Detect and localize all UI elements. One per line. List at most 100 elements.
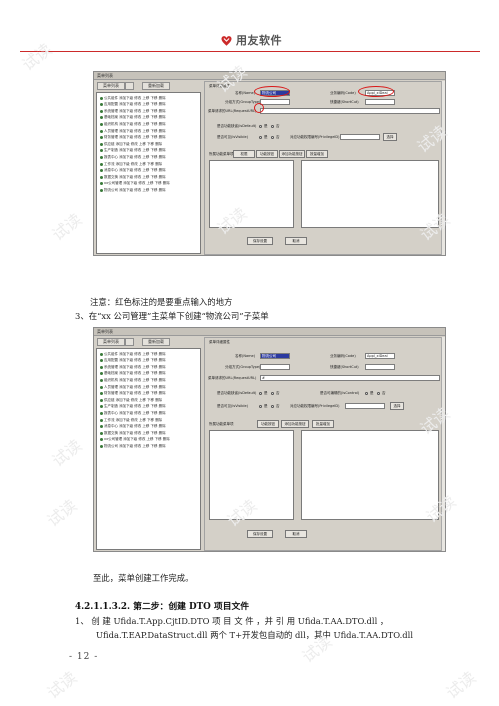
tree-item[interactable]: 报表中心 添加下级 修改 上移 下移 删除 [100,411,166,415]
tree-item[interactable]: 消息中心 添加下级 修改 上移 下移 删除 [100,168,166,173]
shortcut-label: 快捷键(ShortCut) [330,365,359,369]
blank-button[interactable] [125,82,134,90]
visible-no-radio[interactable] [271,136,274,139]
vertical-scrollbar[interactable] [441,81,445,255]
blank-button[interactable] [125,338,134,346]
tree-item[interactable]: 物流公司 添加下级 修改 上移 下移 删除 [100,188,166,192]
name-input[interactable]: 物流公司 [260,353,290,359]
shortcut-label: 快捷键(ShortCut) [330,100,359,104]
tree-item[interactable]: 系统管理 添加下级 修改 上移 下移 删除 [100,365,166,369]
tree-item[interactable]: 数据交换 添加下级 修改 上移 下移 删除 [100,431,166,435]
cancel-button[interactable]: 取消 [285,530,307,538]
tree-item[interactable]: 人员管理 添加下级 修改 上移 下移 删除 [100,385,166,389]
tab-permission[interactable]: 权限 [233,150,255,158]
default-no-radio[interactable] [271,125,274,128]
tab-add-function-button[interactable]: 添加功能按钮 [281,420,309,428]
annotation-circle-name [254,86,290,97]
tree-node-icon [100,182,103,186]
tree-item[interactable]: 系统管理 添加下级 修改 上移 下移 删除 [100,109,166,113]
url-label: 菜单请求的URL(RequestURL) [208,109,257,113]
tree-item-label: 财务管理 添加下级 修改 上移 下移 删除 [104,135,166,140]
code-input[interactable]: Appl_xlDeal [365,353,395,359]
tree-node-icon [100,169,103,173]
tab-add-function-button[interactable]: 添加功能按钮 [279,150,305,158]
submenu-list-right[interactable] [301,430,439,520]
tree-item[interactable]: 应用配置 添加下级 修改 上移 下移 删除 [100,102,166,107]
visible-yes-radio[interactable] [259,405,262,408]
tree-item[interactable]: 工作流 添加下级 修改 上移 下移 删除 [100,162,162,166]
tab-bulk-add[interactable]: 批量增加 [312,420,334,428]
tree-item[interactable]: xx公司管理 添加下级 修改 上移 下移 删除 [100,181,170,186]
menu-tree[interactable]: 公共组件 添加下级 修改 上移 下移 删除 应用配置 添加下级 修改 上移 下移 … [96,348,201,550]
tree-item[interactable]: 公共组件 添加下级 修改 上移 下移 删除 [100,352,166,356]
tree-node-icon [100,431,103,435]
tree-item-label: 公共组件 添加下级 修改 上移 下移 删除 [104,351,166,356]
group-select[interactable] [260,99,290,105]
tab-function-buttons[interactable]: 功能按钮 [257,420,279,428]
visible-no-radio[interactable] [271,405,274,408]
tree-item[interactable]: 报表中心 添加下级 修改 上移 下移 删除 [100,155,166,159]
tree-node-icon [100,96,103,100]
menu-tree[interactable]: 公共组件 添加下级 修改 上移 下移 删除 应用配置 添加下级 修改 上移 下移 … [96,92,201,254]
submenu-label: 所属功能菜单项 [209,422,234,426]
submenu-list-left[interactable] [209,160,294,228]
control-yes-radio[interactable] [365,392,368,395]
shortcut-select[interactable] [365,364,395,370]
tree-item[interactable]: 组织机构 添加下级 修改 上移 下移 删除 [100,122,166,126]
menu-list-button[interactable]: 菜单列表 [97,82,125,90]
choose-button[interactable]: 选择 [383,133,397,141]
choose-button[interactable]: 选择 [390,402,404,410]
tree-item[interactable]: 供应链 添加下级 修改 上移 下移 删除 [100,142,162,146]
menu-list-button[interactable]: 菜单列表 [97,338,125,346]
vertical-scrollbar[interactable] [441,337,445,551]
tree-item[interactable]: 生产制造 添加下级 修改 上移 下移 删除 [100,404,166,409]
privilege-label: 对应功能权限编号(PrivilegeID) [290,404,340,408]
reload-button[interactable]: 重新加载 [142,82,170,90]
tab-function-buttons[interactable]: 功能按钮 [256,150,278,158]
group-select[interactable] [260,364,290,370]
default-no-radio[interactable] [271,392,274,395]
tree-item[interactable]: 组织机构 添加下级 修改 上移 下移 删除 [100,378,166,382]
tree-item-label: 应用配置 添加下级 修改 上移 下移 删除 [104,358,166,363]
tree-item[interactable]: 财务管理 添加下级 修改 上移 下移 删除 [100,391,166,396]
default-yes-radio[interactable] [259,392,262,395]
submenu-list-left[interactable] [209,430,294,520]
tree-item[interactable]: 物流公司 添加下级 修改 上移 下移 删除 [100,444,166,448]
tree-item[interactable]: 人员管理 添加下级 修改 上移 下移 删除 [100,129,166,133]
tree-item[interactable]: 供应链 添加下级 修改 上移 下移 删除 [100,398,162,402]
tree-item[interactable]: xx公司管理 添加下级 修改 上移 下移 删除 [100,437,170,442]
reload-button[interactable]: 重新加载 [142,338,170,346]
tree-item[interactable]: 基础档案 添加下级 修改 上移 下移 删除 [100,115,166,120]
menu-properties-form: 菜单详细属性 名称(Name) 物流公司 业务编码(Code) Appl_xlD… [204,337,444,551]
control-no-radio[interactable] [377,392,380,395]
submenu-label: 所属功能菜单项 [209,152,234,156]
tree-node-icon [100,425,103,429]
visible-yes-radio[interactable] [259,136,262,139]
group-label: 分组方式(GroupType) [225,365,261,369]
tree-item-label: 组织机构 添加下级 修改 上移 下移 删除 [104,377,166,382]
url-input[interactable] [260,108,440,114]
url-input[interactable]: # [260,375,440,381]
tree-item[interactable]: 生产制造 添加下级 修改 上移 下移 删除 [100,148,166,153]
tree-node-icon [100,188,103,192]
privilege-input[interactable] [340,134,380,140]
tree-item[interactable]: 基础档案 添加下级 修改 上移 下移 删除 [100,371,166,376]
privilege-label: 对应功能权限编号(PrivilegeID) [290,135,340,139]
tree-item[interactable]: 数据交换 添加下级 修改 上移 下移 删除 [100,175,166,179]
save-settings-button[interactable]: 保存设置 [247,530,273,538]
privilege-input[interactable] [345,403,385,409]
tree-item[interactable]: 消息中心 添加下级 修改 上移 下移 删除 [100,424,166,429]
tree-item[interactable]: 工作流 添加下级 修改 上移 下移 删除 [100,418,162,422]
tree-item[interactable]: 财务管理 添加下级 修改 上移 下移 删除 [100,135,166,140]
cancel-button[interactable]: 取消 [285,237,307,245]
tab-bulk-add[interactable]: 按量增加 [306,150,328,158]
tree-node-icon [100,411,103,415]
default-yes-radio[interactable] [259,125,262,128]
tree-node-icon [100,359,103,363]
submenu-list-right[interactable] [301,160,439,228]
tree-item[interactable]: 公共组件 添加下级 修改 上移 下移 删除 [100,96,166,100]
save-settings-button[interactable]: 保存设置 [247,237,273,245]
tree-item[interactable]: 应用配置 添加下级 修改 上移 下移 删除 [100,358,166,363]
tree-item-label: 基础档案 添加下级 修改 上移 下移 删除 [104,115,166,120]
shortcut-select[interactable] [365,99,395,105]
